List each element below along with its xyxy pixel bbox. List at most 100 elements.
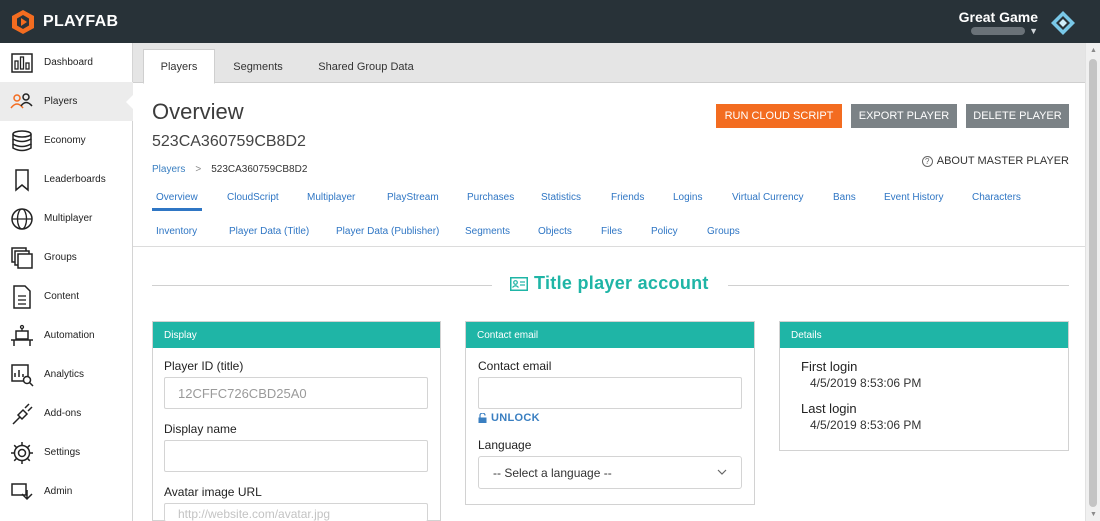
unlock-button[interactable]: UNLOCK bbox=[478, 412, 540, 424]
sidebar: Dashboard Players Economy Leaderboards M… bbox=[0, 43, 134, 521]
avatar-url-label: Avatar image URL bbox=[164, 485, 262, 499]
subtab-segments[interactable]: Segments bbox=[465, 226, 510, 237]
game-title[interactable]: Great Game bbox=[959, 9, 1038, 25]
playfab-logo-icon bbox=[12, 10, 34, 34]
active-subtab-indicator bbox=[152, 208, 202, 211]
avatar-url-field[interactable]: http://website.com/avatar.jpg bbox=[164, 503, 428, 521]
sidebar-item-admin[interactable]: Admin bbox=[0, 472, 133, 511]
top-bar: PLAYFAB Great Game ▼ bbox=[0, 0, 1100, 43]
subtab-groups[interactable]: Groups bbox=[707, 226, 740, 237]
admin-icon bbox=[11, 483, 33, 501]
subtab-statistics[interactable]: Statistics bbox=[541, 192, 581, 203]
sidebar-item-label: Add-ons bbox=[44, 408, 82, 419]
subtab-virtual-currency[interactable]: Virtual Currency bbox=[732, 192, 804, 203]
sidebar-item-label: Dashboard bbox=[44, 57, 93, 68]
last-login-label: Last login bbox=[801, 401, 857, 416]
id-card-icon bbox=[510, 276, 528, 291]
sidebar-item-multiplayer[interactable]: Multiplayer bbox=[0, 199, 133, 238]
game-icon[interactable] bbox=[1048, 8, 1078, 38]
subtab-inventory[interactable]: Inventory bbox=[156, 226, 197, 237]
contact-card-header: Contact email bbox=[466, 322, 754, 348]
player-id-field[interactable]: 12CFFC726CBD25A0 bbox=[164, 377, 428, 409]
details-card-header: Details bbox=[780, 322, 1068, 348]
subtab-overview[interactable]: Overview bbox=[156, 192, 198, 203]
sidebar-item-economy[interactable]: Economy bbox=[0, 121, 133, 160]
header-divider bbox=[133, 246, 1085, 247]
first-login-value: 4/5/2019 8:53:06 PM bbox=[810, 376, 922, 390]
run-cloud-script-button[interactable]: RUN CLOUD SCRIPT bbox=[716, 104, 842, 128]
robot-icon bbox=[11, 324, 33, 346]
analytics-icon bbox=[11, 364, 34, 387]
section-heading: Title player account bbox=[510, 273, 709, 294]
page-title: Overview bbox=[152, 99, 244, 124]
tab-players[interactable]: Players bbox=[143, 49, 215, 84]
sidebar-item-label: Analytics bbox=[44, 369, 85, 380]
sidebar-item-automation[interactable]: Automation bbox=[0, 316, 133, 355]
scrollbar-thumb[interactable] bbox=[1089, 59, 1097, 507]
section-line-right bbox=[728, 285, 1069, 286]
subtab-player-data-publisher[interactable]: Player Data (Publisher) bbox=[336, 226, 439, 237]
last-login-value: 4/5/2019 8:53:06 PM bbox=[810, 418, 922, 432]
subtab-cloudscript[interactable]: CloudScript bbox=[227, 192, 279, 203]
subtab-player-data-title[interactable]: Player Data (Title) bbox=[229, 226, 309, 237]
sidebar-item-label: Economy bbox=[44, 135, 86, 146]
sidebar-item-label: Automation bbox=[44, 330, 95, 341]
sidebar-item-content[interactable]: Content bbox=[0, 277, 133, 316]
globe-icon bbox=[11, 208, 33, 230]
about-master-player-link[interactable]: ? ABOUT MASTER PLAYER bbox=[921, 155, 1069, 167]
subtab-event-history[interactable]: Event History bbox=[884, 192, 943, 203]
sidebar-item-settings[interactable]: Settings bbox=[0, 433, 133, 472]
players-icon bbox=[10, 93, 33, 109]
subtab-files[interactable]: Files bbox=[601, 226, 622, 237]
section-title: Title player account bbox=[534, 273, 709, 293]
unlock-label: UNLOCK bbox=[491, 412, 540, 424]
language-label: Language bbox=[478, 438, 532, 452]
sidebar-item-dashboard[interactable]: Dashboard bbox=[0, 43, 133, 82]
sidebar-item-label: Multiplayer bbox=[44, 213, 93, 224]
account-name-redacted bbox=[971, 27, 1026, 35]
breadcrumb-current: 523CA360759CB8D2 bbox=[211, 164, 308, 175]
display-name-field[interactable] bbox=[164, 440, 428, 472]
subtab-bans[interactable]: Bans bbox=[833, 192, 856, 203]
player-id-label: Player ID (title) bbox=[164, 359, 244, 373]
sidebar-item-addons[interactable]: Add-ons bbox=[0, 394, 133, 433]
contact-email-field[interactable] bbox=[478, 377, 742, 409]
sidebar-item-groups[interactable]: Groups bbox=[0, 238, 133, 277]
sidebar-item-label: Settings bbox=[44, 447, 81, 458]
sidebar-item-analytics[interactable]: Analytics bbox=[0, 355, 133, 394]
groups-icon bbox=[11, 247, 33, 269]
sidebar-item-label: Groups bbox=[44, 252, 77, 263]
tab-segments[interactable]: Segments bbox=[221, 49, 295, 84]
subtab-logins[interactable]: Logins bbox=[673, 192, 702, 203]
sidebar-item-label: Leaderboards bbox=[44, 174, 106, 185]
chevron-down-icon: ▼ bbox=[1029, 26, 1038, 36]
subtab-playstream[interactable]: PlayStream bbox=[387, 192, 439, 203]
sidebar-item-players[interactable]: Players bbox=[0, 82, 134, 121]
account-menu[interactable]: ▼ bbox=[971, 26, 1038, 36]
sidebar-item-label: Content bbox=[44, 291, 80, 302]
subtab-multiplayer[interactable]: Multiplayer bbox=[307, 192, 355, 203]
scroll-down-arrow-icon[interactable]: ▼ bbox=[1086, 507, 1100, 521]
tab-shared-group-data[interactable]: Shared Group Data bbox=[309, 49, 423, 84]
page-scrollbar[interactable]: ▲ ▼ bbox=[1085, 43, 1100, 521]
breadcrumb-players-link[interactable]: Players bbox=[152, 164, 185, 175]
export-player-button[interactable]: EXPORT PLAYER bbox=[851, 104, 957, 128]
display-name-label: Display name bbox=[164, 422, 237, 436]
section-line-left bbox=[152, 285, 492, 286]
scroll-up-arrow-icon[interactable]: ▲ bbox=[1086, 43, 1100, 57]
subtab-purchases[interactable]: Purchases bbox=[467, 192, 514, 203]
subtab-characters[interactable]: Characters bbox=[972, 192, 1021, 203]
subtab-friends[interactable]: Friends bbox=[611, 192, 644, 203]
player-id: 523CA360759CB8D2 bbox=[152, 133, 306, 150]
breadcrumb: Players > 523CA360759CB8D2 bbox=[152, 164, 307, 175]
tab-bar: Players Segments Shared Group Data bbox=[133, 43, 1085, 84]
sidebar-item-label: Players bbox=[44, 96, 78, 107]
subtab-objects[interactable]: Objects bbox=[538, 226, 572, 237]
sidebar-item-leaderboards[interactable]: Leaderboards bbox=[0, 160, 133, 199]
plug-icon bbox=[12, 403, 33, 425]
playfab-logo[interactable]: PLAYFAB bbox=[10, 9, 118, 35]
economy-icon bbox=[12, 130, 32, 152]
subtab-policy[interactable]: Policy bbox=[651, 226, 678, 237]
language-select[interactable]: -- Select a language -- bbox=[478, 456, 742, 489]
delete-player-button[interactable]: DELETE PLAYER bbox=[966, 104, 1069, 128]
